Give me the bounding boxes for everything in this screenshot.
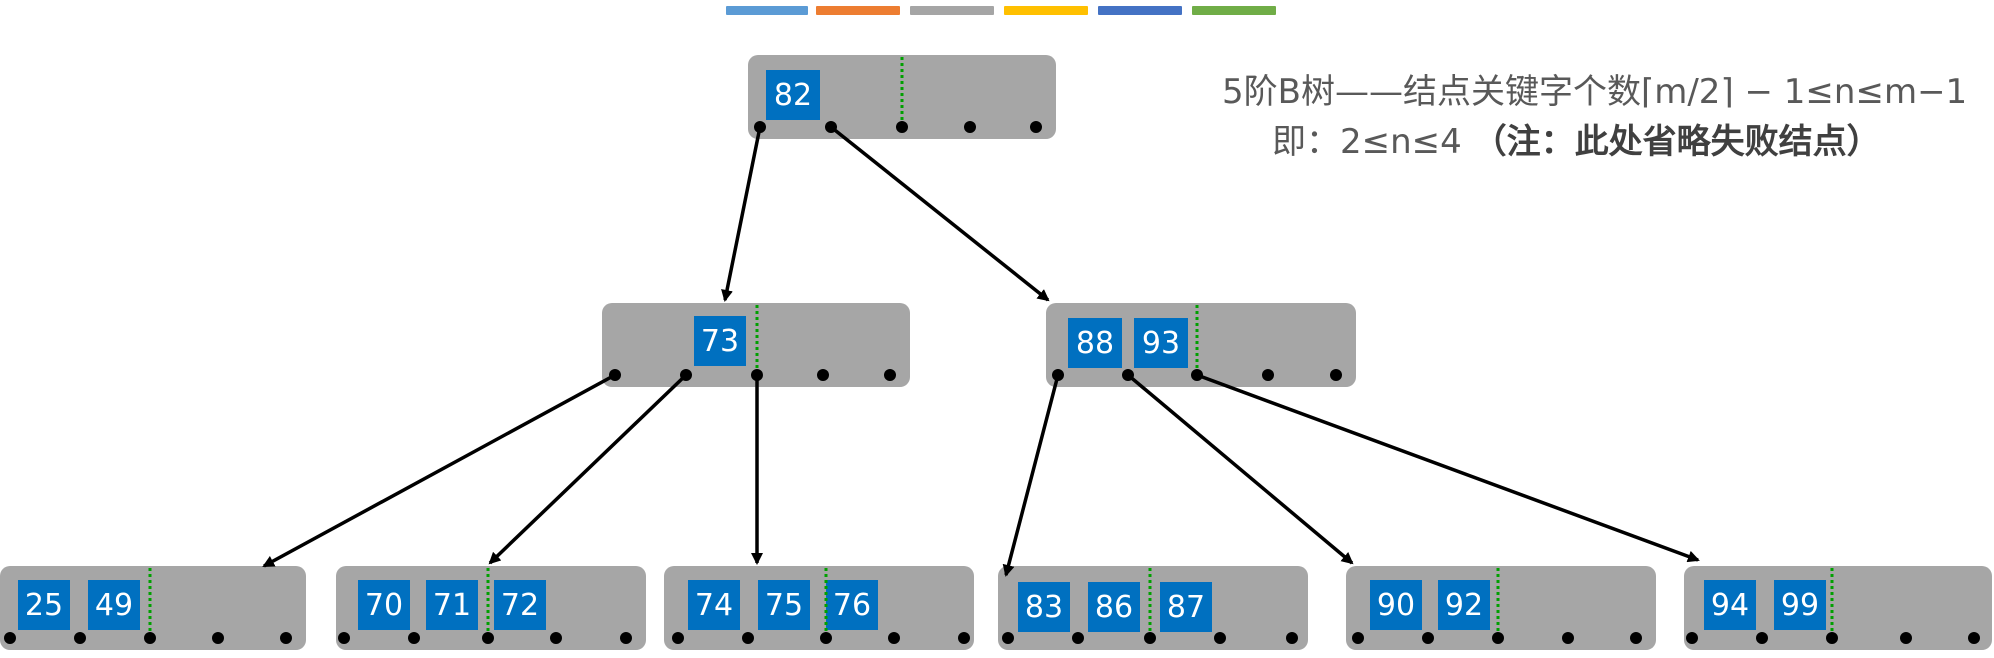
node-leaves-5-pointer-4	[1968, 632, 1980, 644]
node-leaves-1-pointer-3	[550, 632, 562, 644]
node-root-pointer-2	[896, 121, 908, 133]
node-leaves-5-pointer-0	[1686, 632, 1698, 644]
node-leaves-4-pointer-3	[1562, 632, 1574, 644]
edge-level1-1-to-leaves-3	[1002, 374, 1060, 577]
edge-level1-0-to-leaves-0	[262, 373, 616, 568]
node-leaves-4-pointer-1	[1422, 632, 1434, 644]
node-leaves-2-pointer-4	[958, 632, 970, 644]
node-leaves-2-pointer-0	[672, 632, 684, 644]
node-root-pointer-4	[1030, 121, 1042, 133]
edge-level1-1-to-leaves-4	[1126, 373, 1354, 565]
node-level1-1-pointer-3	[1262, 369, 1274, 381]
node-root-pointer-3	[964, 121, 976, 133]
node-leaves-3-pointer-3	[1214, 632, 1226, 644]
node-leaves-0-pointer-0	[4, 632, 16, 644]
edge-root-to-level1-0	[721, 126, 762, 302]
node-leaves-1-pointer-1	[408, 632, 420, 644]
node-leaves-2-pointer-1	[742, 632, 754, 644]
edge-level1-0-to-leaves-1	[488, 373, 688, 565]
node-leaves-0-pointer-4	[280, 632, 292, 644]
node-leaves-3-pointer-0	[1002, 632, 1014, 644]
node-leaves-1-pointer-4	[620, 632, 632, 644]
edge-root-to-level1-1	[829, 125, 1050, 302]
node-leaves-3-pointer-2	[1144, 632, 1156, 644]
node-leaves-4-pointer-4	[1630, 632, 1642, 644]
b-tree-diagram: 5阶B树——结点关键字个数⌈m/2⌉ − 1≤n≤m−1 即：2≤n≤4 （注：…	[0, 0, 1994, 658]
node-leaves-5-pointer-1	[1756, 632, 1768, 644]
node-leaves-2-pointer-3	[888, 632, 900, 644]
node-level1-1-pointer-4	[1330, 369, 1342, 381]
node-leaves-0-pointer-2	[144, 632, 156, 644]
node-leaves-5-pointer-2	[1826, 632, 1838, 644]
node-leaves-4-pointer-2	[1492, 632, 1504, 644]
node-level1-0-pointer-3	[817, 369, 829, 381]
tree-edges-layer	[4, 57, 1980, 644]
node-leaves-1-pointer-2	[482, 632, 494, 644]
node-leaves-3-pointer-4	[1286, 632, 1298, 644]
node-leaves-3-pointer-1	[1072, 632, 1084, 644]
node-leaves-4-pointer-0	[1352, 632, 1364, 644]
node-leaves-2-pointer-2	[820, 632, 832, 644]
node-leaves-5-pointer-3	[1900, 632, 1912, 644]
node-level1-0-pointer-4	[884, 369, 896, 381]
node-leaves-1-pointer-0	[338, 632, 350, 644]
node-leaves-0-pointer-3	[212, 632, 224, 644]
node-leaves-0-pointer-1	[74, 632, 86, 644]
edge-level1-1-to-leaves-5	[1196, 373, 1700, 563]
